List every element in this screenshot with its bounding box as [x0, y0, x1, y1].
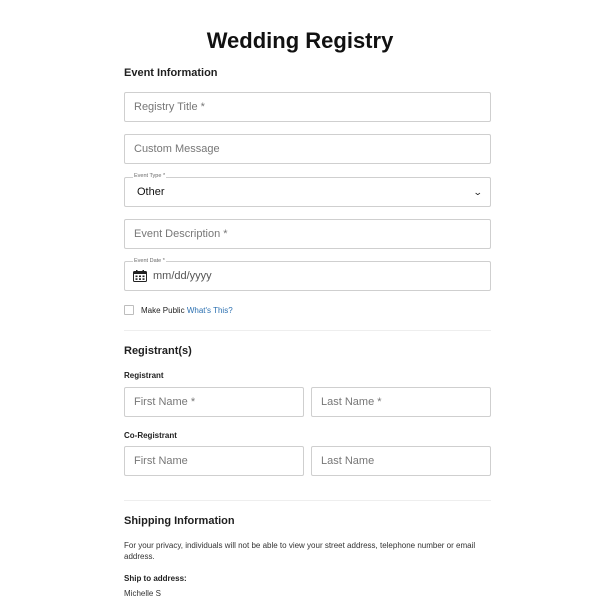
registry-form-page: Wedding Registry Event Information Other…: [0, 0, 600, 600]
chevron-down-icon: ⌄: [473, 186, 484, 197]
ship-to-label: Ship to address:: [124, 574, 187, 583]
event-description-input[interactable]: [124, 219, 491, 249]
event-information-heading: Event Information: [124, 67, 218, 79]
event-date-label: Event Date *: [133, 258, 166, 264]
privacy-note: For your privacy, individuals will not b…: [124, 541, 476, 561]
event-date-input[interactable]: mm/dd/yyyy: [124, 261, 491, 291]
event-type-value: Other: [137, 186, 165, 198]
co-registrant-first-name-input[interactable]: [124, 446, 304, 476]
co-registrant-last-name-input[interactable]: [311, 446, 491, 476]
make-public-checkbox[interactable]: [124, 305, 134, 315]
calendar-icon[interactable]: [133, 270, 147, 282]
custom-message-input[interactable]: [124, 134, 491, 164]
registrant-first-name-input[interactable]: [124, 387, 304, 417]
event-date-placeholder: mm/dd/yyyy: [153, 270, 212, 282]
event-type-label: Event Type *: [133, 173, 167, 179]
registrants-heading: Registrant(s): [124, 345, 192, 357]
registrant-label: Registrant: [124, 371, 164, 380]
make-public-label: Make Public: [141, 306, 185, 315]
page-title: Wedding Registry: [206, 28, 394, 53]
registrant-last-name-input[interactable]: [311, 387, 491, 417]
make-public-row: Make Public What's This?: [141, 306, 233, 315]
co-registrant-label: Co-Registrant: [124, 431, 177, 440]
whats-this-link[interactable]: What's This?: [187, 306, 233, 315]
section-divider: [124, 500, 491, 501]
registry-title-input[interactable]: [124, 92, 491, 122]
event-type-select[interactable]: Other ⌄: [124, 177, 491, 207]
shipping-information-heading: Shipping Information: [124, 515, 235, 527]
section-divider: [124, 330, 491, 331]
ship-to-name: Michelle S: [124, 589, 161, 598]
